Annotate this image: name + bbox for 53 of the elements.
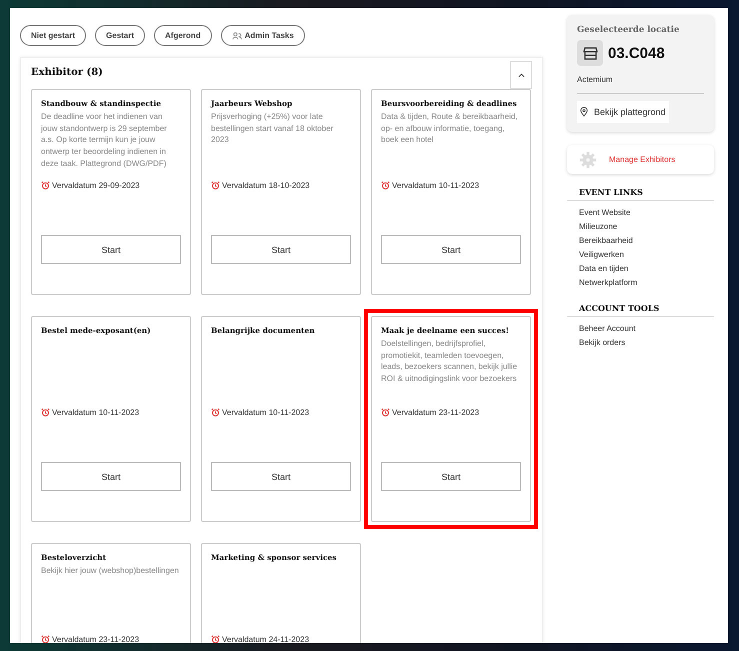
sidebar-link[interactable]: Netwerkplatform [567, 275, 638, 289]
start-button[interactable]: Start [41, 462, 181, 491]
filter-button[interactable]: Afgerond [154, 25, 212, 46]
due-date: Vervaldatum 23-11-2023 [52, 635, 140, 643]
due-date: Vervaldatum 10-11-2023 [392, 181, 480, 190]
links-heading: ACCOUNT TOOLS [567, 303, 714, 317]
start-button[interactable]: Start [41, 235, 181, 264]
gear-icon [579, 150, 597, 168]
alarm-clock-icon [41, 181, 50, 190]
alarm-clock-icon [211, 181, 220, 190]
filter-button[interactable]: Admin Tasks [220, 25, 305, 46]
alarm-clock-icon [41, 408, 50, 417]
start-button[interactable]: Start [381, 235, 521, 264]
card-description: Bekijk hier jouw (webshop)bestellingen [41, 565, 180, 577]
alarm-clock-icon [211, 408, 220, 417]
card-description: Data & tijden, Route & bereikbaarheid, op- en afbouw informatie, toegang, boek een hotel [381, 111, 519, 146]
store-icon [577, 40, 603, 66]
location-code: 03.C048 [608, 44, 665, 62]
sidebar-link[interactable]: Bekijk orders [567, 335, 626, 349]
collapse-toggle[interactable] [510, 61, 532, 89]
due-date: Vervaldatum 18-10-2023 [222, 181, 310, 190]
due-date: Vervaldatum 29-09-2023 [52, 181, 140, 190]
caret-icon [518, 72, 524, 78]
sidebar-link[interactable]: Beheer Account [567, 321, 636, 335]
section-title: Exhibitor (8) [31, 67, 103, 78]
sidebar-link[interactable]: Milieuzone [567, 219, 618, 233]
sidebar-link[interactable]: Bereikbaarheid [567, 233, 633, 247]
filter-button[interactable]: Niet gestart [20, 25, 86, 46]
company-name: Actemium [577, 75, 704, 94]
sidebar-link[interactable]: Event Website [567, 205, 630, 219]
sidebar-link[interactable]: Veiligwerken [567, 247, 624, 261]
filter-button[interactable]: Gestart [95, 25, 146, 46]
manage-exhibitors-button[interactable]: Manage Exhibitors [567, 145, 714, 174]
due-date: Vervaldatum 10-11-2023 [52, 408, 140, 417]
card-description: De deadline voor het indienen van jouw standontwerp is 29 september a.s. Op korte termijn kun je jouw ontwerp ter beoordeling indienen in deze taak. Plattegrond (DWG/PDF) [41, 111, 168, 170]
sidebar-link[interactable]: Data en tijden [567, 261, 628, 275]
start-button[interactable]: Start [211, 235, 351, 264]
start-button[interactable]: Start [381, 462, 521, 491]
alarm-clock-icon [211, 635, 220, 643]
due-date: Vervaldatum 24-11-2023 [222, 635, 310, 643]
links-heading: EVENT LINKS [567, 187, 714, 201]
alarm-clock-icon [381, 408, 390, 417]
card-description: Prijsverhoging (+25%) voor late bestellingen start vanaf 18 oktober 2023 [211, 111, 334, 146]
map-link[interactable]: Bekijk plattegrond [577, 101, 669, 123]
start-button[interactable]: Start [211, 462, 351, 491]
due-date: Vervaldatum 23-11-2023 [392, 408, 480, 417]
alarm-clock-icon [381, 181, 390, 190]
due-date: Vervaldatum 10-11-2023 [222, 408, 310, 417]
card-description: Doelstellingen, bedrijfsprofiel, promotiekit, teamleden toevoegen, leads, bezoekers scannen, bekijk jullie ROI & uitnodigingslink voor bezoekers [381, 338, 518, 385]
people-icon [232, 32, 242, 40]
alarm-clock-icon [41, 635, 50, 643]
pin-icon [580, 107, 588, 117]
location-heading: Geselecteerde locatie [577, 25, 680, 35]
